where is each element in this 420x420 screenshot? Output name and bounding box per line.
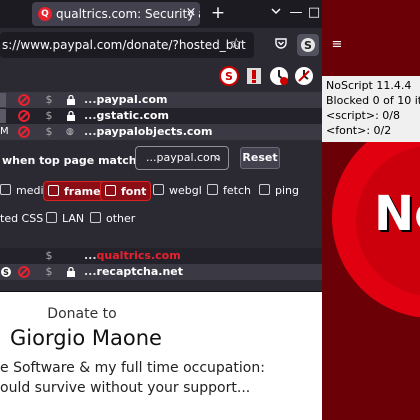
description-line-2: ould survive without your support... [0,380,251,396]
script-icon: $ [45,93,53,106]
browser-window: Q qualtrics.com: Security an × + — □ s:/… [0,0,342,420]
svg-text:S: S [3,268,9,277]
close-tab-icon[interactable]: × [182,4,200,22]
star-icon[interactable]: ☆ [230,36,243,52]
site-domain: ...paypal.com [84,93,168,106]
tab-qualtrics[interactable]: Q qualtrics.com: Security an [32,2,200,26]
svg-text:S: S [304,39,312,52]
popup-toolbar: S [0,62,322,88]
tooltip-line: Blocked 0 of 10 ite [326,94,420,107]
untrusted-icon[interactable] [18,94,30,106]
tab-title: qualtrics.com: Security an [56,7,200,21]
site-row[interactable]: $ ...qualtrics.com [0,248,322,264]
option-webgl[interactable]: webgl [153,181,202,201]
tooltip-line: <script>: 0/8 [326,109,400,122]
reset-button[interactable]: Reset [240,147,280,169]
site-domain: ...gstatic.com [84,109,169,122]
untrusted-icon[interactable] [18,266,30,278]
qualtrics-favicon-icon: Q [38,7,52,21]
chevron-down-icon: ⌄ [213,152,222,163]
site-domain: ...paypalobjects.com [84,125,213,138]
tab-bar: Q qualtrics.com: Security an × + — □ [0,0,322,28]
site-domain: ...recaptcha.net [84,265,184,278]
url-bar[interactable]: s://www.paypal.com/donate/?hosted_but [0,32,254,58]
lock-icon [67,95,75,105]
untrusted-icon[interactable] [18,110,30,122]
top-page-select[interactable]: ...paypal.com ⌄ [135,146,229,170]
untrusted-icon[interactable] [18,126,30,138]
site-row[interactable]: $ ...gstatic.com [0,108,322,124]
checkbox-icon [0,184,11,195]
site-row[interactable]: S $ ...recaptcha.net [0,264,322,280]
checkbox-icon [90,212,101,223]
select-value: ...paypal.com [146,151,221,164]
checkbox-icon [48,185,59,196]
checkbox-icon [105,185,116,196]
noscript-icon: S [301,38,315,52]
option-fetch[interactable]: fetch [207,181,251,201]
noscript-toolbar-button[interactable]: S [297,34,319,56]
noscript-options-icon[interactable]: S [218,65,240,87]
svg-text:S: S [225,70,233,83]
site-row[interactable]: $ ...paypal.com [0,92,322,108]
lock-icon [67,111,75,121]
noscript-popup: S $ ...paypal.com $ ...gstatic.com M $ ◍… [0,62,322,292]
page-content: Donate to Giorgio Maone e Software & my … [0,292,322,420]
revoke-temp-icon[interactable] [293,65,315,87]
default-trust-icon[interactable]: S [0,266,12,278]
option-lan[interactable]: LAN [46,209,84,229]
noscript-tooltip: NoScript 11.4.4 Blocked 0 of 10 ite <scr… [322,76,420,142]
tooltip-line: <font>: 0/2 [326,124,392,137]
maximize-button[interactable]: □ [304,4,324,22]
navigation-bar: s://www.paypal.com/donate/?hosted_but ☆ … [0,28,342,62]
tooltip-line: NoScript 11.4.4 [326,79,412,92]
background-page: No [322,0,420,420]
option-ping[interactable]: ping [259,181,299,201]
checkbox-icon [153,184,164,195]
option-css[interactable]: ted CSS [0,209,43,229]
script-icon: $ [45,265,53,278]
trust-indicator [0,109,6,123]
minimize-button[interactable]: — [286,4,306,22]
checkbox-icon [46,212,57,223]
pocket-icon[interactable] [272,36,290,54]
script-icon: $ [45,125,53,138]
option-frame[interactable]: frame [43,181,106,201]
background-text: No [374,186,420,242]
temp-trust-icon[interactable] [268,65,290,87]
network-icon: ◍ [66,127,74,137]
script-icon: $ [45,109,53,122]
checkbox-icon [207,184,218,195]
chevron-down-icon[interactable] [266,4,286,22]
site-row[interactable]: M $ ◍ ...paypalobjects.com [0,124,322,140]
lock-icon [67,267,75,277]
recipient-name: Giorgio Maone [10,326,162,350]
script-icon: $ [45,249,53,262]
hamburger-menu-icon[interactable]: ≡ [328,36,346,54]
site-domain: ...qualtrics.com [84,249,181,262]
option-font[interactable]: font [100,181,152,201]
site-row-label: M [0,126,9,137]
disable-restrictions-tab-icon[interactable] [243,65,265,87]
checkbox-icon [259,184,270,195]
donate-to-label: Donate to [47,306,117,322]
new-tab-icon[interactable]: + [208,2,228,24]
option-other[interactable]: other [90,209,135,229]
match-label: when top page matches [2,154,151,167]
trust-indicator [0,93,6,107]
description-line-1: e Software & my full time occupation: [0,360,265,376]
